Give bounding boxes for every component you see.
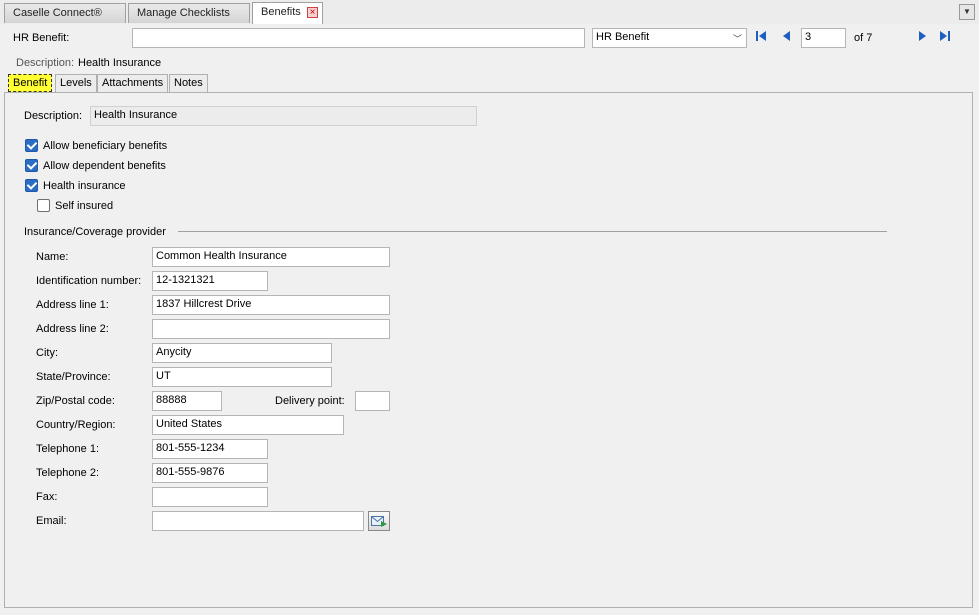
previous-record-icon[interactable] bbox=[779, 30, 795, 46]
provider-group-title: Insurance/Coverage provider bbox=[24, 226, 166, 238]
checkbox-label: Allow beneficiary benefits bbox=[43, 140, 168, 152]
tab-menu-dropdown-icon[interactable]: ▼ bbox=[959, 4, 975, 20]
description-value: Health Insurance bbox=[78, 57, 162, 69]
document-tab-bar: Caselle Connect® Manage Checklists Benef… bbox=[0, 0, 979, 25]
state-label: State/Province: bbox=[36, 371, 111, 383]
tab-manage-checklists[interactable]: Manage Checklists bbox=[128, 3, 250, 23]
fax-field[interactable] bbox=[152, 487, 268, 507]
address1-field[interactable]: 1837 Hillcrest Drive bbox=[152, 295, 390, 315]
allow-dependent-checkbox[interactable] bbox=[25, 159, 38, 172]
telephone1-label: Telephone 1: bbox=[36, 443, 99, 455]
health-insurance-checkbox[interactable] bbox=[25, 179, 38, 192]
select-value: HR Benefit bbox=[596, 31, 650, 43]
delivery-point-label: Delivery point: bbox=[275, 395, 345, 407]
email-label: Email: bbox=[36, 515, 67, 527]
delivery-point-field[interactable] bbox=[355, 391, 390, 411]
checkbox-label: Allow dependent benefits bbox=[43, 160, 166, 172]
record-total: of 7 bbox=[854, 32, 873, 44]
group-divider bbox=[178, 231, 887, 232]
address1-label: Address line 1: bbox=[36, 299, 109, 311]
send-email-button[interactable] bbox=[368, 511, 390, 531]
hr-benefit-label: HR Benefit: bbox=[13, 32, 70, 44]
subtab-attachments[interactable]: Attachments bbox=[97, 74, 169, 92]
subtab-label: Benefit bbox=[13, 77, 48, 89]
self-insured-checkbox[interactable] bbox=[37, 199, 50, 212]
tab-benefits[interactable]: Benefits × bbox=[252, 2, 323, 24]
subtab-levels[interactable]: Levels bbox=[55, 74, 97, 92]
state-field[interactable]: UT bbox=[152, 367, 332, 387]
zip-label: Zip/Postal code: bbox=[36, 395, 115, 407]
first-record-icon[interactable] bbox=[753, 30, 769, 46]
send-email-icon bbox=[371, 514, 387, 531]
checkbox-label: Health insurance bbox=[43, 180, 126, 192]
checkbox-label: Self insured bbox=[55, 200, 114, 212]
benefit-description-field[interactable]: Health Insurance bbox=[90, 106, 477, 126]
record-number-input[interactable]: 3 bbox=[801, 28, 846, 48]
zip-field[interactable]: 88888 bbox=[152, 391, 222, 411]
id-number-label: Identification number: bbox=[36, 275, 142, 287]
description-label: Description: bbox=[16, 57, 75, 69]
close-icon[interactable]: × bbox=[307, 7, 318, 18]
subtab-label: Levels bbox=[60, 77, 92, 89]
id-number-field[interactable]: 12-1321321 bbox=[152, 271, 268, 291]
city-field[interactable]: Anycity bbox=[152, 343, 332, 363]
telephone2-label: Telephone 2: bbox=[36, 467, 99, 479]
subtab-label: Notes bbox=[174, 77, 203, 89]
country-label: Country/Region: bbox=[36, 419, 116, 431]
provider-name-field[interactable]: Common Health Insurance bbox=[152, 247, 390, 267]
telephone2-field[interactable]: 801-555-9876 bbox=[152, 463, 268, 483]
address2-field[interactable] bbox=[152, 319, 390, 339]
tab-caselle-connect[interactable]: Caselle Connect® bbox=[4, 3, 126, 23]
hr-benefit-input[interactable] bbox=[132, 28, 585, 48]
chevron-down-icon: ﹀ bbox=[732, 34, 742, 44]
tab-label: Benefits bbox=[261, 6, 301, 18]
fax-label: Fax: bbox=[36, 491, 58, 503]
next-record-icon[interactable] bbox=[914, 30, 930, 46]
subtab-label: Attachments bbox=[102, 77, 164, 89]
last-record-icon[interactable] bbox=[937, 30, 953, 46]
city-label: City: bbox=[36, 347, 58, 359]
email-field[interactable] bbox=[152, 511, 364, 531]
benefit-type-select[interactable]: HR Benefit ﹀ bbox=[592, 28, 747, 48]
country-field[interactable]: United States bbox=[152, 415, 344, 435]
benefit-description-label: Description: bbox=[24, 110, 83, 122]
address2-label: Address line 2: bbox=[36, 323, 109, 335]
telephone1-field[interactable]: 801-555-1234 bbox=[152, 439, 268, 459]
subtab-notes[interactable]: Notes bbox=[169, 74, 208, 92]
allow-beneficiary-checkbox[interactable] bbox=[25, 139, 38, 152]
tab-label: Caselle Connect® bbox=[13, 7, 102, 19]
name-label: Name: bbox=[36, 251, 69, 263]
tab-label: Manage Checklists bbox=[137, 7, 230, 19]
subtab-benefit[interactable]: Benefit bbox=[8, 74, 53, 92]
